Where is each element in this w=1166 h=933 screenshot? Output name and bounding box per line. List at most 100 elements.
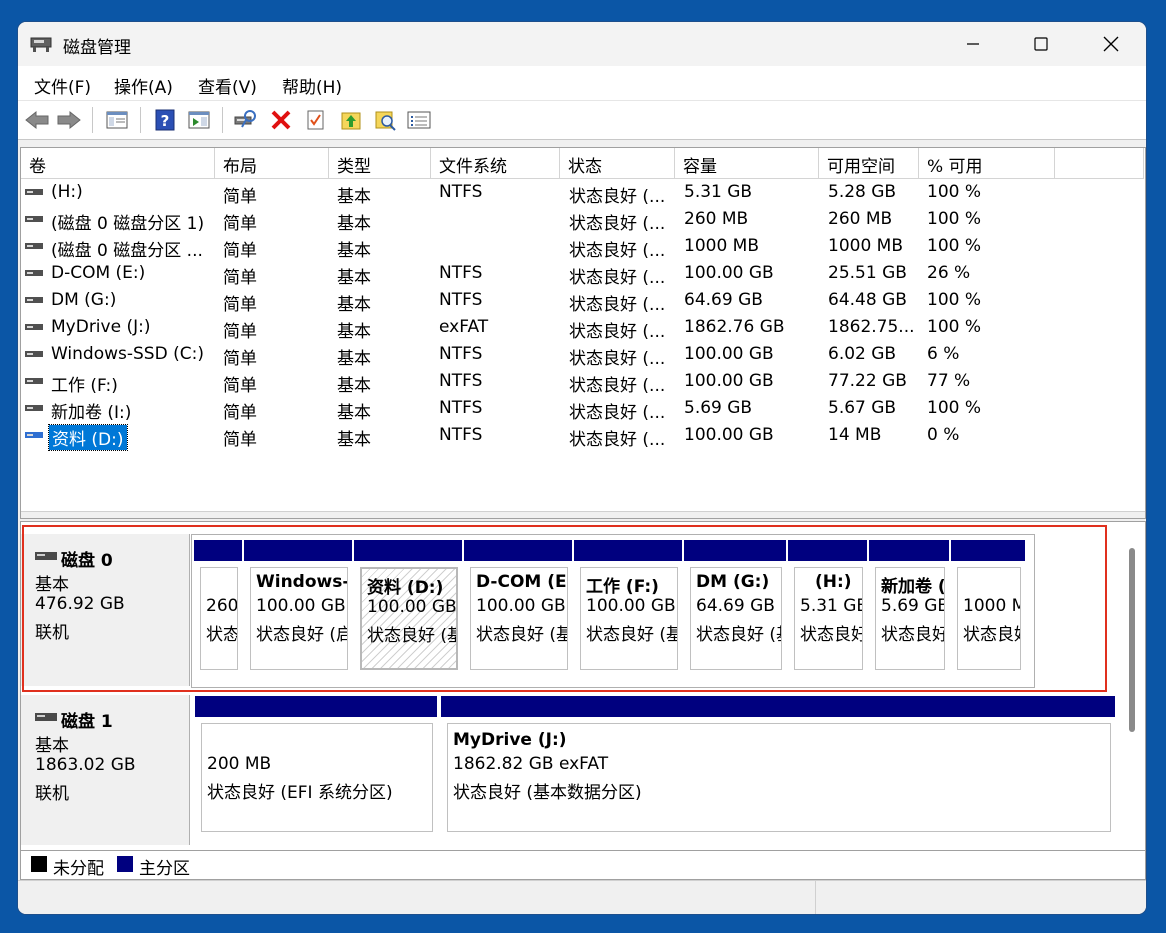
column-header-volume[interactable]: 卷 [21, 148, 215, 179]
show-action-pane-button[interactable] [186, 108, 212, 132]
disk-1-name: 磁盘 1 [61, 712, 113, 732]
column-header-type[interactable]: 类型 [329, 148, 431, 179]
cell-status: 状态良好 (... [569, 376, 666, 396]
cell-layout: 简单 [223, 214, 257, 234]
cell-fs: NTFS [439, 263, 483, 283]
volume-row[interactable]: (磁盘 0 磁盘分区 1) 简单 基本 状态良好 (... 260 MB 260 MB 10… [21, 206, 1145, 234]
cell-fs: exFAT [439, 317, 489, 337]
column-header-capacity[interactable]: 容量 [675, 148, 819, 179]
menu-file[interactable]: 文件(F) [34, 73, 91, 98]
export-list-button[interactable] [338, 108, 364, 132]
cell-capacity: 1862.76 GB [684, 317, 785, 337]
volume-row[interactable]: 新加卷 (I:) 简单 基本 NTFS 状态良好 (... 5.69 GB 5.67 GB 1… [21, 395, 1145, 423]
cell-fs: NTFS [439, 425, 483, 445]
list-settings-icon [407, 111, 431, 129]
properties-button[interactable] [302, 108, 328, 132]
disk-management-window: 磁盘管理 文件(F) 操作(A) 查看(V) 帮助(H) ? 卷 布局 类型 文… [18, 22, 1146, 914]
cell-capacity: 64.69 GB [684, 290, 763, 310]
cell-pct: 100 % [927, 398, 982, 418]
volume-row[interactable]: D-COM (E:) 简单 基本 NTFS 状态良好 (... 100.00 GB 25.5… [21, 260, 1145, 288]
cell-capacity: 260 MB [684, 209, 749, 229]
cell-pct: 100 % [927, 317, 982, 337]
cell-capacity: 1000 MB [684, 236, 759, 256]
cell-capacity: 5.31 GB [684, 182, 753, 202]
cell-type: 基本 [337, 187, 371, 207]
cell-layout: 简单 [223, 403, 257, 423]
volume-row[interactable]: Windows-SSD (C:) 简单 基本 NTFS 状态良好 (... 100.00 … [21, 341, 1145, 369]
arrow-right-icon [57, 110, 81, 130]
help-button[interactable]: ? [152, 108, 178, 132]
volume-row[interactable]: MyDrive (J:) 简单 基本 exFAT 状态良好 (... 1862.76 GB… [21, 314, 1145, 342]
disk-0-highlight-box [22, 525, 1107, 692]
cell-type: 基本 [337, 430, 371, 450]
cell-name: (磁盘 0 磁盘分区 1) [51, 214, 205, 234]
disk-1-info[interactable]: 磁盘 1 基本 1863.02 GB 联机 [21, 695, 190, 845]
cell-pct: 100 % [927, 209, 982, 229]
cell-type: 基本 [337, 403, 371, 423]
settings-list-button[interactable] [406, 108, 432, 132]
cell-status: 状态良好 (... [569, 187, 666, 207]
cell-free: 14 MB [828, 425, 882, 445]
cell-fs: NTFS [439, 182, 483, 202]
volume-row[interactable]: 资料 (D:) 简单 基本 NTFS 状态良好 (... 100.00 GB 14 MB 0 … [21, 422, 1145, 451]
volume-icon [25, 297, 43, 303]
volume-row[interactable]: DM (G:) 简单 基本 NTFS 状态良好 (... 64.69 GB 64.48 GB… [21, 287, 1145, 315]
cell-free: 5.67 GB [828, 398, 897, 418]
volume-icon [25, 432, 43, 438]
cell-free: 1000 MB [828, 236, 903, 256]
column-header-percent-free[interactable]: % 可用 [919, 148, 1055, 179]
cell-layout: 简单 [223, 376, 257, 396]
title-bar[interactable]: 磁盘管理 [18, 22, 1146, 66]
cell-status: 状态良好 (... [569, 430, 666, 450]
arrow-left-icon [25, 110, 49, 130]
cell-type: 基本 [337, 214, 371, 234]
cell-fs: NTFS [439, 290, 483, 310]
volume-row[interactable]: (磁盘 0 磁盘分区 ... 简单 基本 状态良好 (... 1000 MB 1000 M… [21, 233, 1145, 261]
cell-name: 资料 (D:) [48, 424, 128, 451]
svg-text:?: ? [161, 112, 170, 130]
volume-row[interactable]: 工作 (F:) 简单 基本 NTFS 状态良好 (... 100.00 GB 77.22 G… [21, 368, 1145, 396]
connect-virtual-disk-button[interactable] [232, 108, 258, 132]
folder-up-icon [341, 112, 361, 130]
maximize-button[interactable] [1006, 22, 1076, 66]
toolbar: ? [18, 100, 1146, 140]
delete-x-icon [271, 110, 291, 130]
column-header-layout[interactable]: 布局 [215, 148, 329, 179]
cell-status: 状态良好 (... [569, 214, 666, 234]
column-header-free-space[interactable]: 可用空间 [819, 148, 919, 179]
cell-pct: 0 % [927, 425, 960, 445]
window-title: 磁盘管理 [63, 38, 131, 58]
forward-button[interactable] [56, 108, 82, 132]
minimize-button[interactable] [938, 22, 1008, 66]
cell-free: 1862.75... [828, 317, 915, 337]
volume-icon [25, 324, 43, 330]
menu-help[interactable]: 帮助(H) [282, 73, 342, 98]
find-button[interactable] [372, 108, 398, 132]
disk-1-partition-j[interactable]: MyDrive (J:) 1862.82 GB exFAT 状态良好 (基本数据… [441, 696, 1115, 836]
cell-fs: NTFS [439, 344, 483, 364]
primary-partition-swatch [117, 856, 133, 872]
cell-capacity: 100.00 GB [684, 344, 774, 364]
disk-1-partition-efi[interactable]: 200 MB 状态良好 (EFI 系统分区) [195, 696, 437, 836]
volume-row[interactable]: (H:) 简单 基本 NTFS 状态良好 (... 5.31 GB 5.28 GB 100 % [21, 179, 1145, 207]
disk-graphical-view: 磁盘 0 基本 476.92 GB 联机 260 MB 状态良好 (EFI 系统… [20, 521, 1146, 851]
cell-free: 25.51 GB [828, 263, 907, 283]
volume-icon [25, 243, 43, 249]
disk-icon [35, 713, 57, 721]
menu-view[interactable]: 查看(V) [198, 73, 257, 98]
horizontal-scrollbar[interactable] [21, 511, 1145, 518]
cell-free: 6.02 GB [828, 344, 897, 364]
menu-action[interactable]: 操作(A) [114, 73, 173, 98]
back-button[interactable] [24, 108, 50, 132]
toolbar-separator [222, 107, 223, 133]
cell-name: 工作 (F:) [51, 376, 118, 396]
column-header-filesystem[interactable]: 文件系统 [431, 148, 560, 179]
show-hide-console-tree-button[interactable] [104, 108, 130, 132]
close-button[interactable] [1076, 22, 1146, 66]
delete-button[interactable] [268, 108, 294, 132]
vertical-scrollbar-thumb[interactable] [1129, 548, 1135, 732]
minimize-icon [967, 43, 979, 45]
cell-layout: 简单 [223, 241, 257, 261]
column-header-status[interactable]: 状态 [560, 148, 675, 179]
volume-list[interactable]: 卷 布局 类型 文件系统 状态 容量 可用空间 % 可用 (H:) 简单 基本 NTF… [20, 147, 1146, 519]
